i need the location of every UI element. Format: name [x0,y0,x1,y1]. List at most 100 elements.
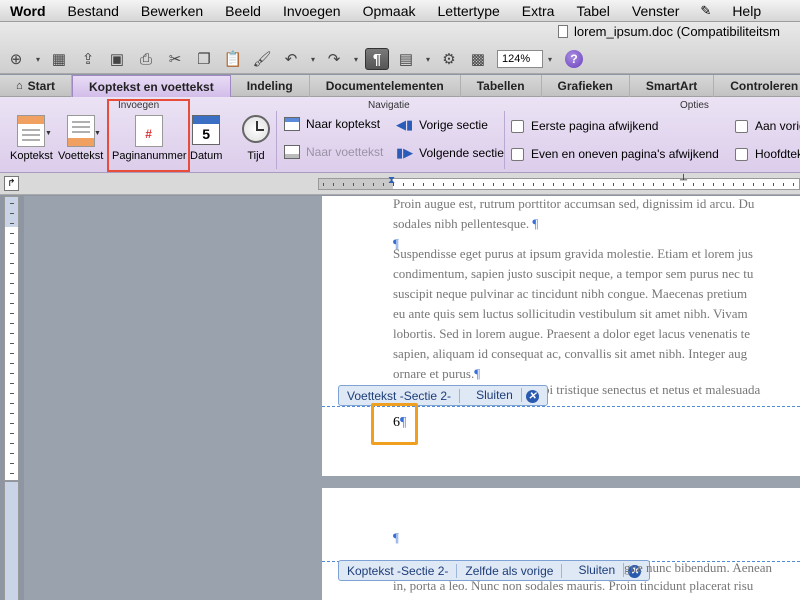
tab-start[interactable]: ⌂ Start [0,75,72,97]
home-icon: ⌂ [16,80,23,92]
tab-header-footer[interactable]: Koptekst en voettekst [72,75,231,97]
show-document-text-option[interactable]: Aan vorig [735,119,800,133]
next-section-button[interactable]: ▮▶ Volgende sectie [396,145,504,161]
page[interactable]: ¶ Koptekst -Sectie 2- Zelfde als vorige … [322,488,800,600]
header-button[interactable]: Koptekst [10,115,53,162]
ruler-tick [10,353,14,354]
footer-section-label: Voettekst -Sectie 2- [339,388,461,403]
tab-review[interactable]: Controleren [714,75,800,97]
footer-dropdown-icon[interactable]: ▼ [94,130,101,137]
ruler-tick [10,423,14,424]
clock-icon [242,115,270,143]
help-icon[interactable]: ? [565,50,583,68]
vertical-ruler[interactable] [4,196,19,481]
previous-section-icon: ◀▮ [396,117,414,132]
go-to-footer-label: Naar voettekst [306,145,384,159]
different-odd-even-checkbox[interactable] [511,147,524,161]
tab-stop-icon[interactable]: ┴ [680,175,687,186]
footer-icon [66,115,95,147]
header-icon [17,115,46,147]
previous-section-button[interactable]: ◀▮ Vorige sectie [396,117,488,133]
menu-item-invoegen[interactable]: Invoegen [272,3,352,19]
ruler-tick [10,243,14,244]
menu-item-bestand[interactable]: Bestand [57,3,130,19]
header-text-label: Hoofdtek [755,147,800,161]
footer-button[interactable]: Voettekst [58,115,103,162]
ruler-tick [10,443,14,444]
view-icon[interactable]: ▤ [394,48,418,70]
tab-start-label: Start [27,79,55,93]
zoom-field[interactable]: 124% [497,50,543,68]
menu-item-help[interactable]: Help [721,3,772,19]
ruler-tick [493,183,494,186]
gallery-icon[interactable]: ▦ [47,48,71,70]
tab-smartart[interactable]: SmartArt [630,75,715,97]
copy-icon[interactable]: ❐ [192,48,216,70]
ruler-tick [10,263,14,264]
redo-icon[interactable]: ↷ [322,48,346,70]
different-first-page-checkbox[interactable] [511,119,524,133]
toolbox-icon[interactable]: ⚙ [437,48,461,70]
header-dropdown-icon[interactable]: ▼ [45,130,52,137]
ruler-tick [613,183,614,186]
go-to-header-button[interactable]: Naar koptekst [284,117,380,131]
new-document-icon[interactable]: ⊕ [4,48,28,70]
undo-dropdown-icon[interactable]: ▾ [308,48,318,70]
footer-close-button[interactable]: Sluiten ✕ [460,388,547,403]
show-document-text-checkbox[interactable] [735,119,748,133]
tab-document-elements[interactable]: Documentelementen [310,75,461,97]
menu-app-name[interactable]: Word [0,3,57,19]
script-menu-icon[interactable]: ✎ [690,3,721,19]
tab-charts[interactable]: Grafieken [542,75,630,97]
ruler-tick [783,183,784,186]
ruler-tick [423,183,424,186]
time-button[interactable]: Tijd [242,115,270,162]
text-line: lobortis. Sed in lorem augue. Praesent a… [393,326,751,341]
menu-item-tabel[interactable]: Tabel [565,3,620,19]
tab-tables[interactable]: Tabellen [461,75,542,97]
header-text-checkbox[interactable] [735,147,748,161]
ruler-tick [513,183,514,186]
menu-item-extra[interactable]: Extra [511,3,566,19]
ruler-tick [10,293,14,294]
date-button[interactable]: 5 Datum [190,115,222,162]
tab-layout[interactable]: Indeling [231,75,310,97]
open-icon[interactable]: ⇪ [76,48,100,70]
tab-selector-icon[interactable]: ↱ [4,176,19,191]
ruler-tick [10,433,14,434]
zoom-dropdown-icon[interactable]: ▾ [545,48,555,70]
go-to-footer-button[interactable]: Naar voettekst [284,145,383,159]
print-icon[interactable]: ⎙ [134,48,158,70]
different-odd-even-option[interactable]: Even en oneven pagina's afwijkend [511,147,719,161]
view-dropdown-icon[interactable]: ▾ [423,48,433,70]
header-text-option[interactable]: Hoofdtek [735,147,800,161]
save-icon[interactable]: ▣ [105,48,129,70]
menu-item-lettertype[interactable]: Lettertype [427,3,511,19]
ruler-tick [643,183,644,186]
menu-item-opmaak[interactable]: Opmaak [352,3,427,19]
cut-icon[interactable]: ✂ [163,48,187,70]
go-to-footer-icon [284,145,300,159]
indent-marker-icon[interactable]: ⧗ [388,175,395,186]
different-first-page-option[interactable]: Eerste pagina afwijkend [511,119,658,133]
undo-icon[interactable]: ↶ [279,48,303,70]
ruler-tick [10,383,14,384]
ruler-tick [10,363,14,364]
menu-item-beeld[interactable]: Beeld [214,3,272,19]
new-dropdown-icon[interactable]: ▾ [33,48,43,70]
menu-item-bewerken[interactable]: Bewerken [130,3,214,19]
menu-item-venster[interactable]: Venster [621,3,690,19]
ruler-tick [333,183,334,186]
redo-dropdown-icon[interactable]: ▾ [351,48,361,70]
text-line: in, porta a leo. Nunc non sodales mauris… [393,578,754,593]
ruler-tick [10,313,14,314]
media-browser-icon[interactable]: ▩ [466,48,490,70]
ruler-tick [703,183,704,186]
paste-icon[interactable]: 📋 [221,48,245,70]
ruler-tick [473,183,474,186]
ruler-tick [10,453,14,454]
different-odd-even-label: Even en oneven pagina's afwijkend [531,147,719,161]
ruler-tick [10,283,14,284]
format-painter-icon[interactable]: 🖌 [250,48,274,70]
show-formatting-icon[interactable]: ¶ [365,48,389,70]
